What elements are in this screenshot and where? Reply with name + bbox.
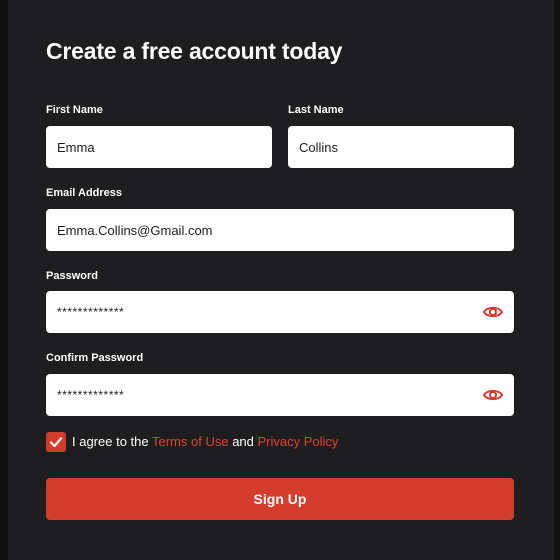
privacy-policy-link[interactable]: Privacy Policy — [258, 434, 339, 449]
email-input[interactable] — [46, 209, 514, 251]
page-title: Create a free account today — [46, 38, 343, 64]
agree-text: I agree to the Terms of Use and Privacy … — [72, 434, 338, 449]
sign-up-button[interactable]: Sign Up — [46, 478, 514, 520]
terms-of-use-link[interactable]: Terms of Use — [152, 434, 229, 449]
password-input[interactable] — [46, 291, 514, 333]
eye-icon[interactable] — [482, 384, 504, 406]
confirm-password-input[interactable] — [46, 374, 514, 416]
last-name-input[interactable] — [288, 126, 514, 168]
confirm-password-label: Confirm Password — [46, 352, 144, 364]
first-name-input[interactable] — [46, 126, 272, 168]
email-label: Email Address — [46, 187, 123, 199]
last-name-label: Last Name — [288, 104, 344, 116]
eye-icon[interactable] — [482, 301, 504, 323]
first-name-label: First Name — [46, 104, 103, 116]
agree-checkbox[interactable] — [46, 432, 66, 452]
password-label: Password — [46, 270, 98, 282]
checkmark-icon — [49, 437, 63, 448]
agree-joiner: and — [228, 434, 258, 449]
agree-prefix: I agree to the — [72, 434, 152, 449]
